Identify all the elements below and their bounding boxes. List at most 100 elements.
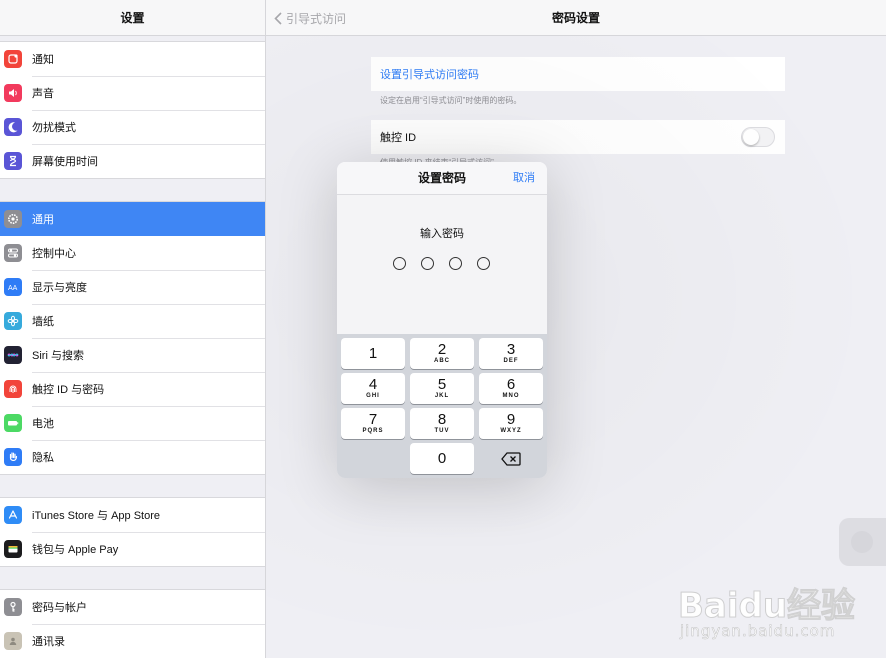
passcode-dot — [393, 257, 406, 270]
sidebar-item-label: 密码与帐户 — [32, 602, 87, 614]
sidebar-item[interactable]: Siri 与搜索 — [0, 338, 265, 372]
digit-key-0[interactable]: 0 — [410, 443, 474, 474]
sidebar-item[interactable]: 墙纸 — [0, 304, 265, 338]
settings-group: 通用控制中心 AA 显示与亮度墙纸 Siri 与搜索触控 ID 与密码 电池隐私 — [0, 201, 265, 475]
watermark-url: jingyan.baidu.com — [680, 622, 836, 641]
sounds-icon — [4, 84, 22, 102]
keypad-row: 4 GHI 5 JKL 6 MNO — [341, 373, 544, 404]
sidebar-item-label: 隐私 — [32, 452, 54, 464]
sidebar-item[interactable]: 通知 — [0, 42, 265, 76]
sidebar-item[interactable]: iTunes Store 与 App Store — [0, 498, 265, 532]
sidebar-item[interactable]: AA 显示与亮度 — [0, 270, 265, 304]
passcode-prompt: 输入密码 — [420, 228, 464, 240]
key-digit: 2 — [437, 341, 447, 358]
sidebar-item[interactable]: 声音 — [0, 76, 265, 110]
sidebar-item[interactable]: 勿扰模式 — [0, 110, 265, 144]
baidu-jingyan-logo: Baidu经验 — [677, 586, 856, 627]
fingerprint-icon — [4, 380, 22, 398]
sidebar-item-label: 勿扰模式 — [32, 122, 76, 134]
sidebar-item-label: 显示与亮度 — [32, 282, 87, 294]
key-digit: 1 — [368, 345, 378, 362]
sidebar-item-label: 通用 — [32, 214, 54, 226]
sidebar-item-label: 控制中心 — [32, 248, 76, 260]
sidebar-item-label: 钱包与 Apple Pay — [32, 544, 119, 556]
sidebar-item[interactable]: 通用 — [0, 202, 265, 236]
keypad-row: 0 — [341, 443, 544, 474]
set-passcode-cell[interactable]: 设置引导式访问密码 — [371, 57, 785, 91]
assistive-touch-icon — [851, 531, 873, 553]
sidebar-item[interactable]: 密码与帐户 — [0, 590, 265, 624]
numeric-keypad: 1 2 ABC 3 DEF 4 GHI 5 JKL 6 MNO 7 PQRS 8 TUV 9 WXYZ 0 — [337, 334, 547, 478]
contacts-icon — [4, 632, 22, 650]
key-digit: 5 — [437, 376, 447, 393]
sidebar-item-label: 触控 ID 与密码 — [32, 384, 105, 396]
keypad-row: 1 2 ABC 3 DEF — [341, 338, 544, 369]
wallet-icon — [4, 540, 22, 558]
set-passcode-label: 设置引导式访问密码 — [380, 69, 479, 81]
key-digit: 7 — [368, 411, 378, 428]
digit-key-5[interactable]: 5 JKL — [410, 373, 474, 404]
digit-key-3[interactable]: 3 DEF — [479, 338, 543, 369]
passcode-dialog: 设置密码 取消 输入密码 1 2 ABC 3 DEF 4 GHI 5 JKL 6 MNO 7 PQRS 8… — [337, 162, 547, 478]
sidebar-item-label: 声音 — [32, 88, 54, 100]
sidebar-item[interactable]: 电池 — [0, 406, 265, 440]
sidebar-item-label: 墙纸 — [32, 316, 54, 328]
sidebar-item[interactable]: 通讯录 — [0, 624, 265, 658]
sidebar-item[interactable]: 控制中心 — [0, 236, 265, 270]
digit-key-6[interactable]: 6 MNO — [479, 373, 543, 404]
assistive-touch-button[interactable] — [839, 518, 886, 566]
key-digit: 4 — [368, 376, 378, 393]
settings-group: 密码与帐户 通讯录 — [0, 589, 265, 658]
key-letters: ABC — [434, 358, 450, 364]
sidebar-groups: 通知声音勿扰模式屏幕使用时间 通用控制中心 AA 显示与亮度墙纸 Siri 与搜索触控 … — [0, 36, 265, 658]
keypad-row: 7 PQRS 8 TUV 9 WXYZ — [341, 408, 544, 439]
delete-key[interactable] — [479, 443, 543, 474]
sidebar-item-label: 通知 — [32, 54, 54, 66]
digit-key-7[interactable]: 7 PQRS — [341, 408, 405, 439]
key-letters: TUV — [434, 428, 450, 434]
key-letters: PQRS — [362, 428, 384, 434]
set-passcode-footnote: 设定在启用“引导式访问”时使用的密码。 — [380, 96, 522, 105]
notifications-icon — [4, 50, 22, 68]
app-store-icon — [4, 506, 22, 524]
key-letters: GHI — [366, 393, 380, 399]
passcode-dot — [477, 257, 490, 270]
digit-key-9[interactable]: 9 WXYZ — [479, 408, 543, 439]
sidebar-item-label: 屏幕使用时间 — [32, 156, 98, 168]
toggle-knob — [743, 129, 759, 145]
battery-icon — [4, 414, 22, 432]
page-title: 密码设置 — [551, 11, 600, 25]
cancel-button[interactable]: 取消 — [513, 162, 535, 195]
back-button[interactable]: 引导式访问 — [274, 0, 346, 36]
digit-key-4[interactable]: 4 GHI — [341, 373, 405, 404]
key-digit: 6 — [506, 376, 516, 393]
digit-key-2[interactable]: 2 ABC — [410, 338, 474, 369]
sidebar-item[interactable]: 隐私 — [0, 440, 265, 474]
digit-key-1[interactable]: 1 — [341, 338, 405, 369]
chevron-left-icon — [274, 11, 282, 25]
gear-icon — [4, 210, 22, 228]
siri-icon — [4, 346, 22, 364]
sidebar-item[interactable]: 屏幕使用时间 — [0, 144, 265, 178]
sidebar-item[interactable]: 触控 ID 与密码 — [0, 372, 265, 406]
key-letters: MNO — [502, 393, 520, 399]
watermark: Baidu经验 jingyan.baidu.com — [677, 560, 878, 650]
sidebar-item-label: 电池 — [32, 418, 54, 430]
keypad-blank — [341, 443, 405, 474]
touch-id-toggle[interactable] — [741, 127, 775, 147]
sidebar-item[interactable]: 钱包与 Apple Pay — [0, 532, 265, 566]
key-digit: 3 — [506, 341, 516, 358]
digit-key-8[interactable]: 8 TUV — [410, 408, 474, 439]
backspace-icon — [501, 451, 521, 466]
display-icon: AA — [4, 278, 22, 296]
passcode-dot — [421, 257, 434, 270]
key-digit: 8 — [437, 411, 447, 428]
key-letters: DEF — [503, 358, 519, 364]
touch-id-cell: 触控 ID — [371, 120, 785, 154]
hourglass-icon — [4, 152, 22, 170]
key-letters: WXYZ — [500, 428, 522, 434]
sidebar-item-label: 通讯录 — [32, 636, 65, 648]
